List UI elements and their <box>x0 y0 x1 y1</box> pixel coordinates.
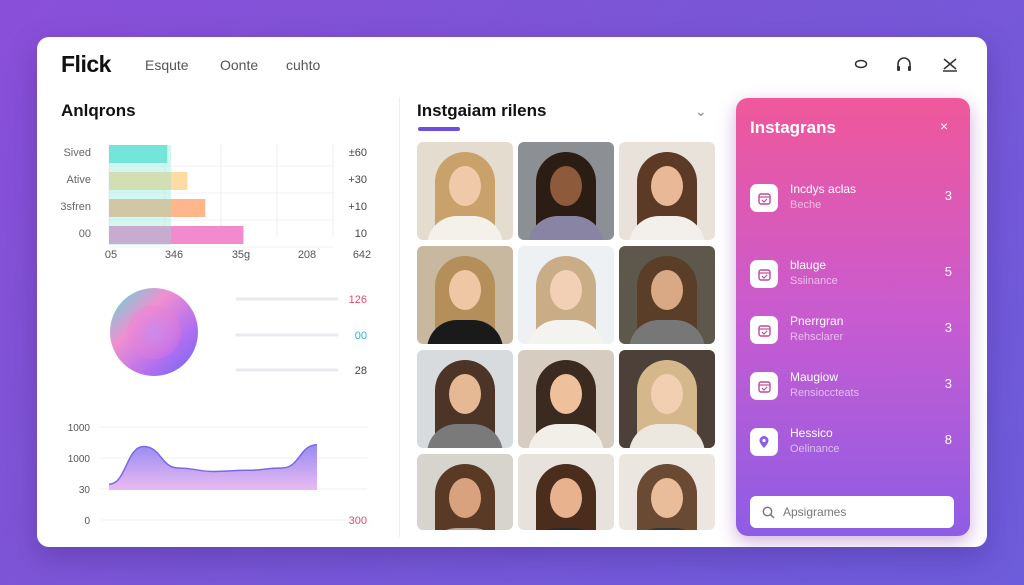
photo-face <box>651 374 683 414</box>
record-icon[interactable] <box>850 53 872 75</box>
calendar-icon <box>750 316 778 344</box>
photo-tile[interactable] <box>619 350 715 448</box>
panel-item-title: blauge <box>790 258 827 272</box>
location-pin-icon <box>750 428 778 456</box>
search-input[interactable]: Apsigrames <box>783 505 846 519</box>
column-divider <box>399 97 400 537</box>
bar-category-label: Sived <box>63 147 91 159</box>
pie-value-label: 126 <box>349 294 367 306</box>
photo-tile[interactable] <box>518 142 614 240</box>
panel-title: Instagrans <box>750 118 836 137</box>
y-tick-label: 0 <box>84 516 90 527</box>
gallery-title: Instgaiam rilens <box>417 101 547 120</box>
bar-category-label: 00 <box>79 228 91 240</box>
panel-item-count: 3 <box>944 376 952 391</box>
panel-list-item[interactable]: Hessico Oelinance 8 <box>750 424 958 464</box>
photo-tile[interactable] <box>518 454 614 530</box>
headset-icon[interactable] <box>893 53 915 75</box>
panel-item-title: Pnerrgran <box>790 314 844 328</box>
donut-chart: 126 00 28 <box>110 288 367 377</box>
panel-item-subtitle: Rehsclarer <box>790 331 844 343</box>
bar-category-label: Ative <box>67 174 91 186</box>
analytics-charts: Sived ±60 Ative +30 3sfren +10 00 10 05 346 35g 208… <box>60 145 371 527</box>
panel-item-title: Maugiow <box>790 370 839 384</box>
photo-tile[interactable] <box>518 246 614 344</box>
calendar-icon <box>750 184 778 212</box>
photo-tile[interactable] <box>417 246 513 344</box>
pie-value-label: 00 <box>355 330 367 342</box>
photo-face <box>449 166 481 206</box>
panel-item-title: Incdys aclas <box>790 182 857 196</box>
photo-face <box>449 374 481 414</box>
x-tick-label: 642 <box>353 249 371 261</box>
y-tick-label: 30 <box>79 485 91 496</box>
pie-value-label: 28 <box>355 365 367 377</box>
panel-search[interactable]: Apsigrames <box>750 496 954 528</box>
photo-tile[interactable] <box>417 350 513 448</box>
antenna-icon[interactable] <box>939 53 961 75</box>
panel-item-subtitle: Beche <box>790 199 822 211</box>
panel-item-count: 8 <box>944 432 952 447</box>
y-tick-label: 1000 <box>68 454 91 465</box>
donut-center <box>127 305 181 359</box>
gallery-tab-indicator <box>418 127 460 131</box>
calendar-icon <box>750 260 778 288</box>
panel-item-count: 3 <box>944 188 952 203</box>
photo-face <box>449 478 481 518</box>
bar-right-label: +10 <box>348 201 367 213</box>
photo-face <box>550 478 582 518</box>
panel-item-subtitle: Oelinance <box>790 443 840 455</box>
photo-tile[interactable] <box>417 142 513 240</box>
panel-item-subtitle: Ssiinance <box>790 275 838 287</box>
area-right-label: 300 <box>349 515 367 527</box>
photo-face <box>651 478 683 518</box>
instagram-panel: Instagrans × Incdys aclas Beche 3 blauge Ssi… <box>736 98 970 536</box>
photo-face <box>550 374 582 414</box>
photo-tile[interactable] <box>619 142 715 240</box>
x-tick-label: 346 <box>165 249 183 261</box>
photo-tile[interactable] <box>518 350 614 448</box>
photo-face <box>651 166 683 206</box>
chevron-down-icon[interactable]: ⌄ <box>695 103 707 120</box>
x-tick-label: 05 <box>105 249 117 261</box>
bar-highlight <box>109 145 171 245</box>
panel-list-item[interactable]: Pnerrgran Rehsclarer 3 <box>750 312 958 352</box>
photo-face <box>550 166 582 206</box>
panel-list-item[interactable]: Maugiow Rensioccteats 3 <box>750 368 958 408</box>
search-icon <box>762 506 775 518</box>
bar-right-label: 10 <box>355 228 367 240</box>
panel-item-count: 3 <box>944 320 952 335</box>
area-chart: 10001000300 300 <box>68 423 367 527</box>
bar-right-label: ±60 <box>349 147 367 159</box>
app-window: Flick Esqute Oonte cuhto Anlqrons Sived … <box>37 37 987 547</box>
photo-face <box>651 270 683 310</box>
photo-tile[interactable] <box>619 454 715 530</box>
close-icon[interactable]: × <box>940 118 948 134</box>
bar-right-label: +30 <box>348 174 367 186</box>
calendar-check-icon <box>750 372 778 400</box>
bar-category-label: 3sfren <box>60 201 91 213</box>
panel-list-item[interactable]: blauge Ssiinance 5 <box>750 256 958 296</box>
photo-tile[interactable] <box>619 246 715 344</box>
x-tick-label: 35g <box>232 249 250 261</box>
photo-tile[interactable] <box>417 454 513 530</box>
x-tick-label: 208 <box>298 249 316 261</box>
panel-item-count: 5 <box>944 264 952 279</box>
panel-list-item[interactable]: Incdys aclas Beche 3 <box>750 180 958 220</box>
panel-item-subtitle: Rensioccteats <box>790 387 860 399</box>
panel-item-title: Hessico <box>790 426 833 440</box>
horizontal-bar-chart: Sived ±60 Ative +30 3sfren +10 00 10 05 346 35g 208… <box>60 145 371 261</box>
y-tick-label: 1000 <box>68 423 91 434</box>
photo-face <box>550 270 582 310</box>
photo-face <box>449 270 481 310</box>
